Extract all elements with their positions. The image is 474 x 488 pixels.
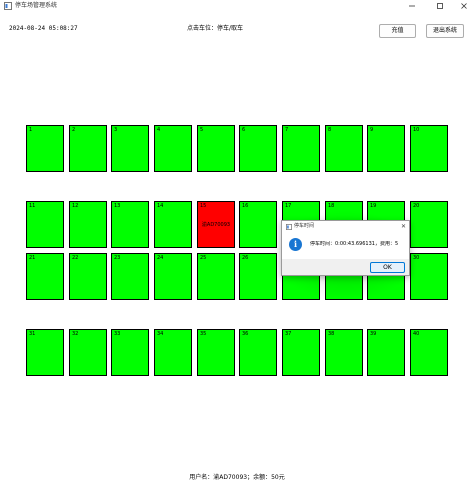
parking-slot-10[interactable]: 10 bbox=[410, 125, 448, 172]
parking-slot-40[interactable]: 40 bbox=[410, 329, 448, 376]
slot-number: 4 bbox=[157, 127, 161, 133]
slot-number: 16 bbox=[242, 203, 249, 209]
parking-slot-33[interactable]: 33 bbox=[111, 329, 149, 376]
slot-number: 9 bbox=[370, 127, 374, 133]
parking-slot-4[interactable]: 4 bbox=[154, 125, 192, 172]
slot-number: 18 bbox=[328, 203, 335, 209]
slot-number: 2 bbox=[72, 127, 76, 133]
parking-slot-36[interactable]: 36 bbox=[239, 329, 277, 376]
slot-number: 10 bbox=[413, 127, 420, 133]
dialog-title: 停车时间 bbox=[294, 223, 315, 229]
parking-slot-38[interactable]: 38 bbox=[325, 329, 363, 376]
parking-slot-12[interactable]: 12 bbox=[69, 201, 107, 248]
slot-number: 22 bbox=[72, 255, 79, 261]
slot-number: 6 bbox=[242, 127, 246, 133]
parking-slot-31[interactable]: 31 bbox=[26, 329, 64, 376]
slot-number: 21 bbox=[29, 255, 36, 261]
slot-number: 37 bbox=[285, 331, 292, 337]
slot-number: 15 bbox=[200, 203, 207, 209]
parking-slot-34[interactable]: 34 bbox=[154, 329, 192, 376]
parking-slot-35[interactable]: 35 bbox=[197, 329, 235, 376]
slot-number: 35 bbox=[200, 331, 207, 337]
slot-number: 34 bbox=[157, 331, 164, 337]
maximize-icon[interactable] bbox=[428, 0, 452, 12]
slot-number: 8 bbox=[328, 127, 332, 133]
parking-slot-11[interactable]: 11 bbox=[26, 201, 64, 248]
parking-slot-8[interactable]: 8 bbox=[325, 125, 363, 172]
parking-slot-9[interactable]: 9 bbox=[367, 125, 405, 172]
slot-number: 36 bbox=[242, 331, 249, 337]
slot-number: 11 bbox=[29, 203, 36, 209]
slot-number: 14 bbox=[157, 203, 164, 209]
slot-plate: 渝AD70093 bbox=[201, 222, 231, 228]
slot-number: 31 bbox=[29, 331, 36, 337]
hint-label: 点击车位：停车/取车 bbox=[187, 25, 244, 32]
dialog-message: 停车时间：0:00:43.696131，费用：5 bbox=[310, 241, 399, 247]
slot-number: 3 bbox=[114, 127, 118, 133]
parking-slot-7[interactable]: 7 bbox=[282, 125, 320, 172]
slot-number: 7 bbox=[285, 127, 289, 133]
slot-number: 19 bbox=[370, 203, 377, 209]
slot-number: 26 bbox=[242, 255, 249, 261]
exit-button[interactable]: 退出系统 bbox=[426, 24, 464, 38]
close-icon[interactable] bbox=[452, 0, 474, 12]
parking-slot-5[interactable]: 5 bbox=[197, 125, 235, 172]
app-icon bbox=[4, 2, 12, 10]
slot-number: 5 bbox=[200, 127, 204, 133]
parking-slot-1[interactable]: 1 bbox=[26, 125, 64, 172]
parking-slot-23[interactable]: 23 bbox=[111, 253, 149, 300]
slot-number: 32 bbox=[72, 331, 79, 337]
info-icon: i bbox=[289, 238, 302, 251]
parking-slot-24[interactable]: 24 bbox=[154, 253, 192, 300]
parking-slot-25[interactable]: 25 bbox=[197, 253, 235, 300]
slot-number: 33 bbox=[114, 331, 121, 337]
ok-button[interactable]: OK bbox=[370, 262, 405, 273]
dialog-app-icon bbox=[286, 224, 292, 230]
slot-number: 38 bbox=[328, 331, 335, 337]
minimize-icon[interactable] bbox=[400, 0, 424, 12]
slot-number: 12 bbox=[72, 203, 79, 209]
datetime-label: 2024-08-24 05:08:27 bbox=[9, 25, 78, 32]
dialog-titlebar: 停车时间 ✕ bbox=[282, 221, 409, 232]
parking-slot-15[interactable]: 15 渝AD70093 bbox=[197, 201, 235, 248]
parking-slot-37[interactable]: 37 bbox=[282, 329, 320, 376]
window-title: 停车场管理系统 bbox=[15, 2, 58, 9]
parking-slot-6[interactable]: 6 bbox=[239, 125, 277, 172]
parking-slot-21[interactable]: 21 bbox=[26, 253, 64, 300]
slot-number: 23 bbox=[114, 255, 121, 261]
slot-number: 17 bbox=[285, 203, 292, 209]
dialog-close-icon[interactable]: ✕ bbox=[399, 222, 408, 231]
parking-slot-14[interactable]: 14 bbox=[154, 201, 192, 248]
dialog-footer: OK bbox=[282, 259, 409, 275]
parking-slot-13[interactable]: 13 bbox=[111, 201, 149, 248]
slot-number: 1 bbox=[29, 127, 33, 133]
parking-slot-22[interactable]: 22 bbox=[69, 253, 107, 300]
window-titlebar: 停车场管理系统 bbox=[0, 0, 474, 12]
recharge-button[interactable]: 充值 bbox=[379, 24, 416, 38]
parking-slot-2[interactable]: 2 bbox=[69, 125, 107, 172]
slot-number: 24 bbox=[157, 255, 164, 261]
parking-slot-3[interactable]: 3 bbox=[111, 125, 149, 172]
parking-time-dialog: 停车时间 ✕ i 停车时间：0:00:43.696131，费用：5 OK bbox=[281, 220, 410, 276]
slot-number: 13 bbox=[114, 203, 121, 209]
status-bar: 用户名：渝AD70093；余额：50元 bbox=[189, 474, 285, 481]
slot-number: 40 bbox=[413, 331, 420, 337]
parking-slot-32[interactable]: 32 bbox=[69, 329, 107, 376]
slot-number: 39 bbox=[370, 331, 377, 337]
parking-slot-39[interactable]: 39 bbox=[367, 329, 405, 376]
slot-number: 20 bbox=[413, 203, 420, 209]
slot-number: 25 bbox=[200, 255, 207, 261]
